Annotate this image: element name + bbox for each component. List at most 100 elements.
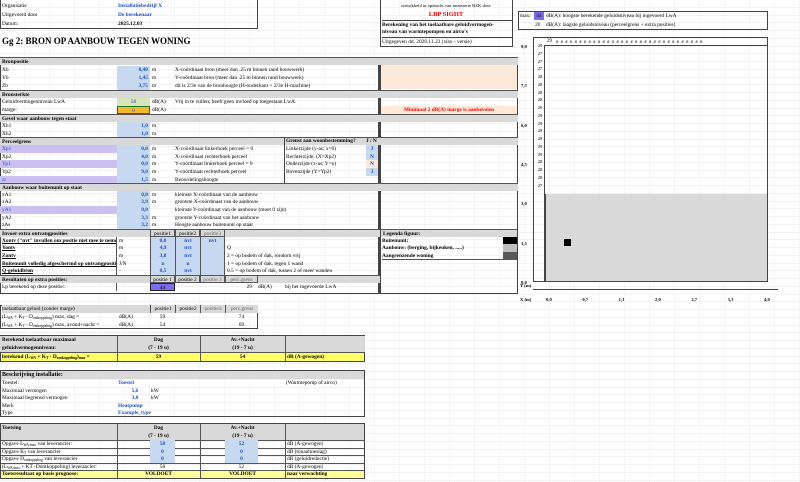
berekend-nacht: Av.+Nacht — [230, 337, 255, 343]
toets-row-nacht[interactable]: 0 — [225, 455, 258, 463]
xb-input[interactable]: 0,40 — [117, 66, 150, 74]
zas-input[interactable]: 3,2 — [117, 221, 150, 229]
extra-row-positie1[interactable]: 4,9 — [150, 244, 175, 252]
xh1-label: Xh1 — [2, 123, 12, 129]
y-tick-label: 6,0 — [521, 122, 527, 128]
x-axis-label: X (m) — [520, 297, 532, 302]
extra-row-positie2[interactable]: nvt — [175, 244, 200, 252]
marge-unit: dB(A) — [152, 107, 166, 113]
maxb-value[interactable]: 3,8 — [125, 394, 145, 402]
toel-dag-grens: 74 — [238, 314, 245, 320]
marge-input[interactable]: 0 — [117, 106, 150, 114]
toel-col-2: positie2 — [175, 305, 200, 313]
toel-avond-label: (LWA + KT - Dontkoppeling) max, avond+na… — [2, 322, 100, 328]
x-tick-label: 1,3 — [618, 297, 625, 302]
page-title: Gg 2: BRON OP AANBOUW TEGEN WONING — [2, 36, 191, 46]
ya1-input[interactable]: 0,0 — [117, 206, 150, 214]
min-value: 26 — [535, 22, 541, 28]
info-line5: Uitgegeven dd. 2020.11.23 (xlsx - versie… — [382, 37, 512, 45]
zas-unit: m — [152, 222, 157, 228]
lp-grens: 29 — [246, 284, 252, 290]
divider — [200, 336, 201, 361]
lwa-label: Geluidvermogenniveau LwA — [2, 99, 66, 105]
type-label: Type — [2, 410, 13, 416]
xb-unit: m — [152, 67, 157, 73]
extra-row-positie3[interactable] — [200, 267, 225, 275]
yb-unit: m — [152, 75, 157, 81]
legend-swatch-aanbouw — [503, 244, 517, 252]
berekend-nacht-value: 54 — [239, 354, 246, 360]
uitgevoerd-label: Uitgevoerd door — [2, 12, 38, 18]
yp1-input[interactable]: 0,0 — [117, 160, 150, 168]
divider — [117, 424, 118, 478]
toel-col-3: positie3 — [200, 305, 225, 313]
divider — [117, 336, 118, 361]
berekend-dag: Dag — [153, 337, 164, 343]
lp-positie1: 44 — [150, 283, 175, 291]
x-tick-label: 4,0 — [764, 297, 770, 302]
toel-avond-unit: dB(A) — [119, 322, 133, 328]
toel-col-grens: perc.grens — [225, 305, 258, 313]
extra-row-label: Zontv — [2, 252, 117, 260]
zb-input[interactable]: 3,75 — [117, 82, 150, 90]
toets-row-dag[interactable]: 0 — [150, 455, 175, 463]
extra-row-desc: Q — [227, 245, 231, 251]
y-tick-label: 9,0 — [521, 44, 527, 49]
toetsing-nacht-time: (19 - 7 u) — [232, 433, 253, 439]
yp2-unit: m — [152, 169, 157, 175]
figure-row-value: 27 — [537, 182, 543, 188]
yp1-label: Yp1 — [0, 160, 117, 168]
toets-row-nacht[interactable]: 52 — [225, 440, 258, 448]
grenst-links-input[interactable]: J — [366, 145, 378, 153]
grenst-onder-input[interactable]: N — [366, 160, 378, 168]
extra-row-positie3[interactable] — [200, 244, 225, 252]
section-right-bar — [380, 57, 518, 65]
extra-row-unit: m — [119, 245, 124, 251]
max-desc: dB(A): hoogste berekende geluidsniveau b… — [546, 13, 677, 19]
datum-value[interactable]: 2025.12.03 — [118, 20, 142, 28]
xp1-desc: X-coördinaat linkerhoek perceel = 0 — [175, 146, 254, 152]
installatie-header: Beschrijving installatie: — [1, 371, 364, 379]
xp1-input[interactable]: 0,0 — [117, 145, 150, 153]
type-value[interactable]: Example_type — [118, 409, 151, 417]
min-desc: dB(A): laagste geluidsniveau (perceelgre… — [546, 22, 676, 28]
maxb-label: Maximaal begrensd vermogen — [2, 395, 68, 401]
uitgevoerd-value[interactable]: De berekenaar — [118, 11, 152, 19]
extra-row-label: Yontv — [2, 244, 117, 252]
toestel-value[interactable]: Toestel — [118, 379, 134, 387]
extra-row-positie1[interactable]: 3,8 — [150, 252, 175, 260]
extra-row-positie3[interactable] — [200, 252, 225, 260]
section-bronsterkte: Bronsterkte — [0, 90, 518, 98]
berekend-dag-time: (7 - 19 u) — [148, 345, 169, 351]
grenst-boven-input[interactable]: J — [366, 168, 378, 176]
xa2-input[interactable]: 3,9 — [117, 198, 150, 206]
organisatie-value[interactable]: Installatiebedrijf X — [118, 2, 162, 10]
organisatie-label: Organisatie — [2, 3, 27, 9]
extra-row-positie2[interactable]: nvt — [175, 267, 200, 275]
ya1-label: yA1 — [0, 206, 117, 214]
berekend-nacht-time: (19 - 7 u) — [232, 345, 253, 351]
legend-woning: Aangrenzende woning — [382, 252, 503, 260]
legend-title: Legenda figuur: — [381, 229, 517, 237]
y-tick-label: 4,5 — [521, 162, 527, 167]
extra-row-desc: 2 = op bodem of dak, rondom vrij — [227, 253, 301, 259]
xh1-unit: m — [152, 123, 157, 129]
zas-label: zAs — [2, 222, 11, 228]
xh1-input[interactable]: 1,0 — [117, 122, 150, 130]
section-bronpositie: Bronpositie — [0, 57, 380, 65]
col-positie2: positie2 — [175, 229, 200, 237]
extra-row-positie1[interactable]: 0,5 — [150, 267, 175, 275]
extra-row-positie2[interactable]: nvt — [175, 252, 200, 260]
yp2-desc: Y-coördinaat rechterhoek perceel — [175, 169, 247, 175]
yb-input[interactable]: 1,45 — [117, 74, 150, 82]
toets-row-dag[interactable]: 58 — [150, 440, 175, 448]
toestel-hint: (Warmtepomp of airco) — [286, 380, 337, 386]
lwa-input[interactable]: 58 — [117, 98, 150, 106]
toestel-label: Toestel: — [2, 380, 19, 386]
toel-avond-p1: 54 — [159, 322, 166, 328]
yp2-input[interactable]: 9,0 — [117, 168, 150, 176]
yp1-desc: Y-coördinaat linkerhoek perceel = 0 — [175, 161, 253, 167]
toel-avond-grens: 69 — [238, 322, 245, 328]
datum-label: Datum: — [2, 21, 19, 27]
grenst-boven-label: Bovenzijde (Y=Yp2) — [286, 169, 332, 175]
